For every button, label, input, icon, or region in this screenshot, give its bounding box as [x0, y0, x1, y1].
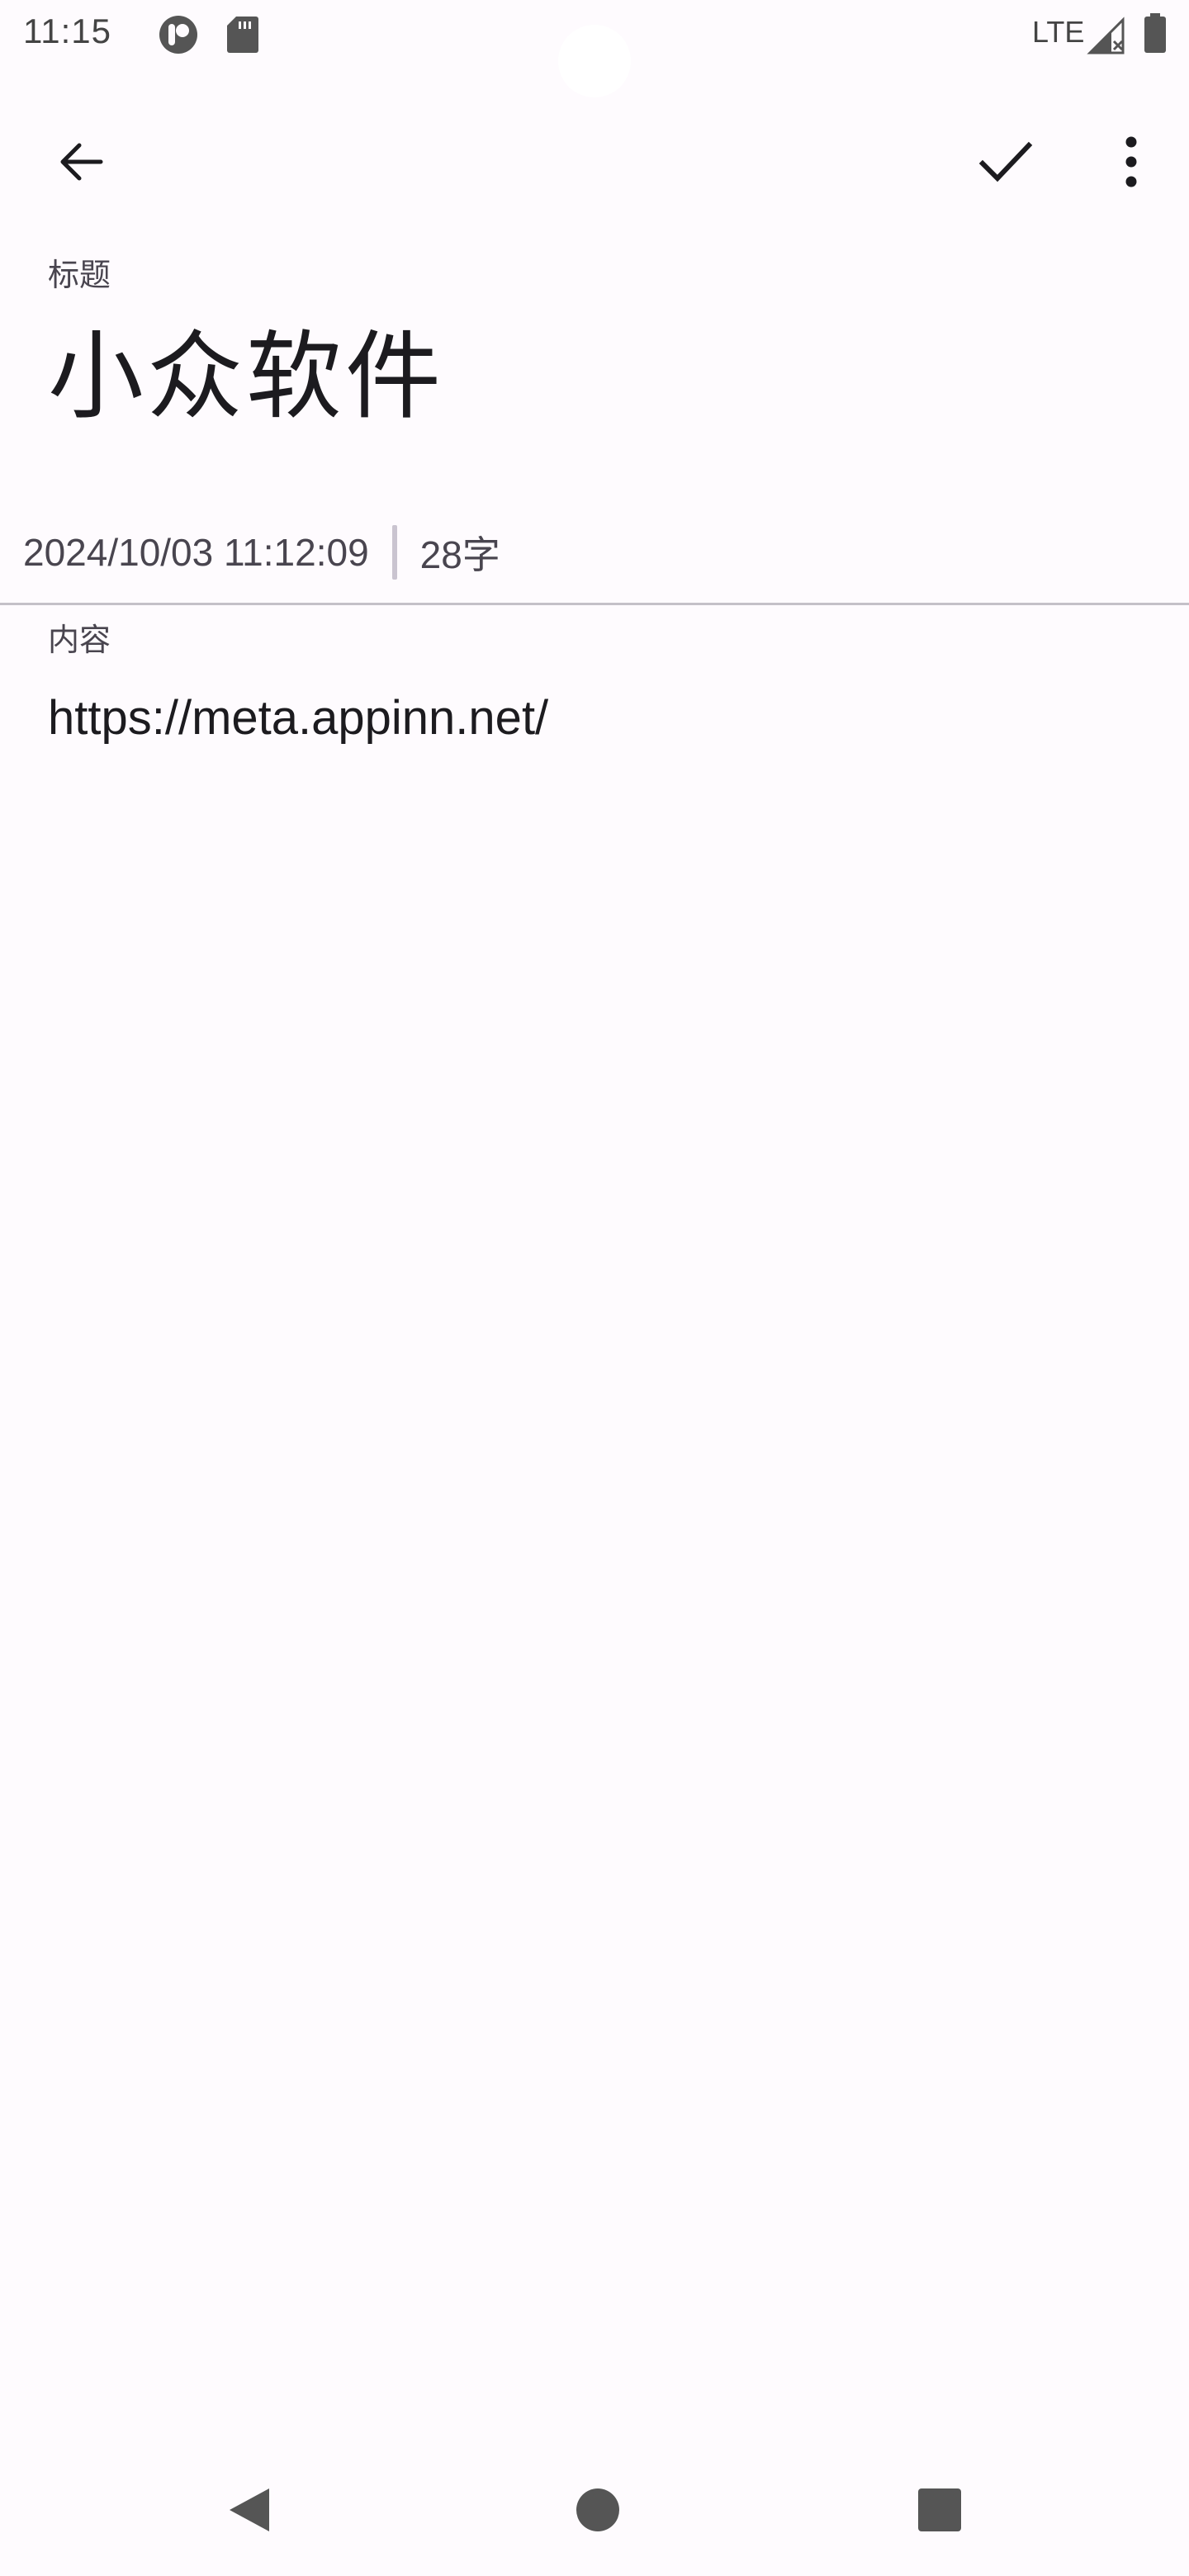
- network-type-label: LTE: [1032, 15, 1085, 49]
- more-options-button[interactable]: [1092, 122, 1171, 201]
- save-button[interactable]: [966, 122, 1045, 201]
- meta-divider: [391, 525, 397, 580]
- circle-home-icon[interactable]: [573, 2485, 623, 2535]
- sd-card-icon: [227, 17, 258, 53]
- more-vertical-icon: [1125, 136, 1137, 187]
- char-count: 28字: [419, 533, 500, 576]
- square-recents-icon[interactable]: [915, 2485, 964, 2535]
- content-input[interactable]: https://meta.appinn.net/: [48, 690, 548, 746]
- triangle-back-icon[interactable]: [223, 2485, 272, 2535]
- content-label: 内容: [48, 623, 111, 658]
- app-notification-icon: [159, 16, 197, 54]
- arrow-back-icon: [60, 143, 103, 181]
- note-meta-row: 2024/10/03 11:12:09 28字: [23, 523, 500, 581]
- camera-cutout: [558, 25, 631, 97]
- status-bar: 11:15 LTE: [0, 0, 1189, 97]
- system-nav-bar: [0, 2444, 1189, 2576]
- title-label: 标题: [48, 258, 111, 293]
- note-datetime: 2024/10/03 11:12:09: [23, 531, 369, 574]
- signal-icon: [1087, 17, 1125, 54]
- check-icon: [978, 141, 1033, 182]
- back-button[interactable]: [41, 122, 121, 201]
- battery-icon: [1144, 13, 1166, 53]
- top-app-bar: [0, 116, 1189, 208]
- status-time: 11:15: [23, 12, 111, 50]
- section-divider: [0, 603, 1189, 605]
- title-input[interactable]: 小众软件: [48, 329, 444, 424]
